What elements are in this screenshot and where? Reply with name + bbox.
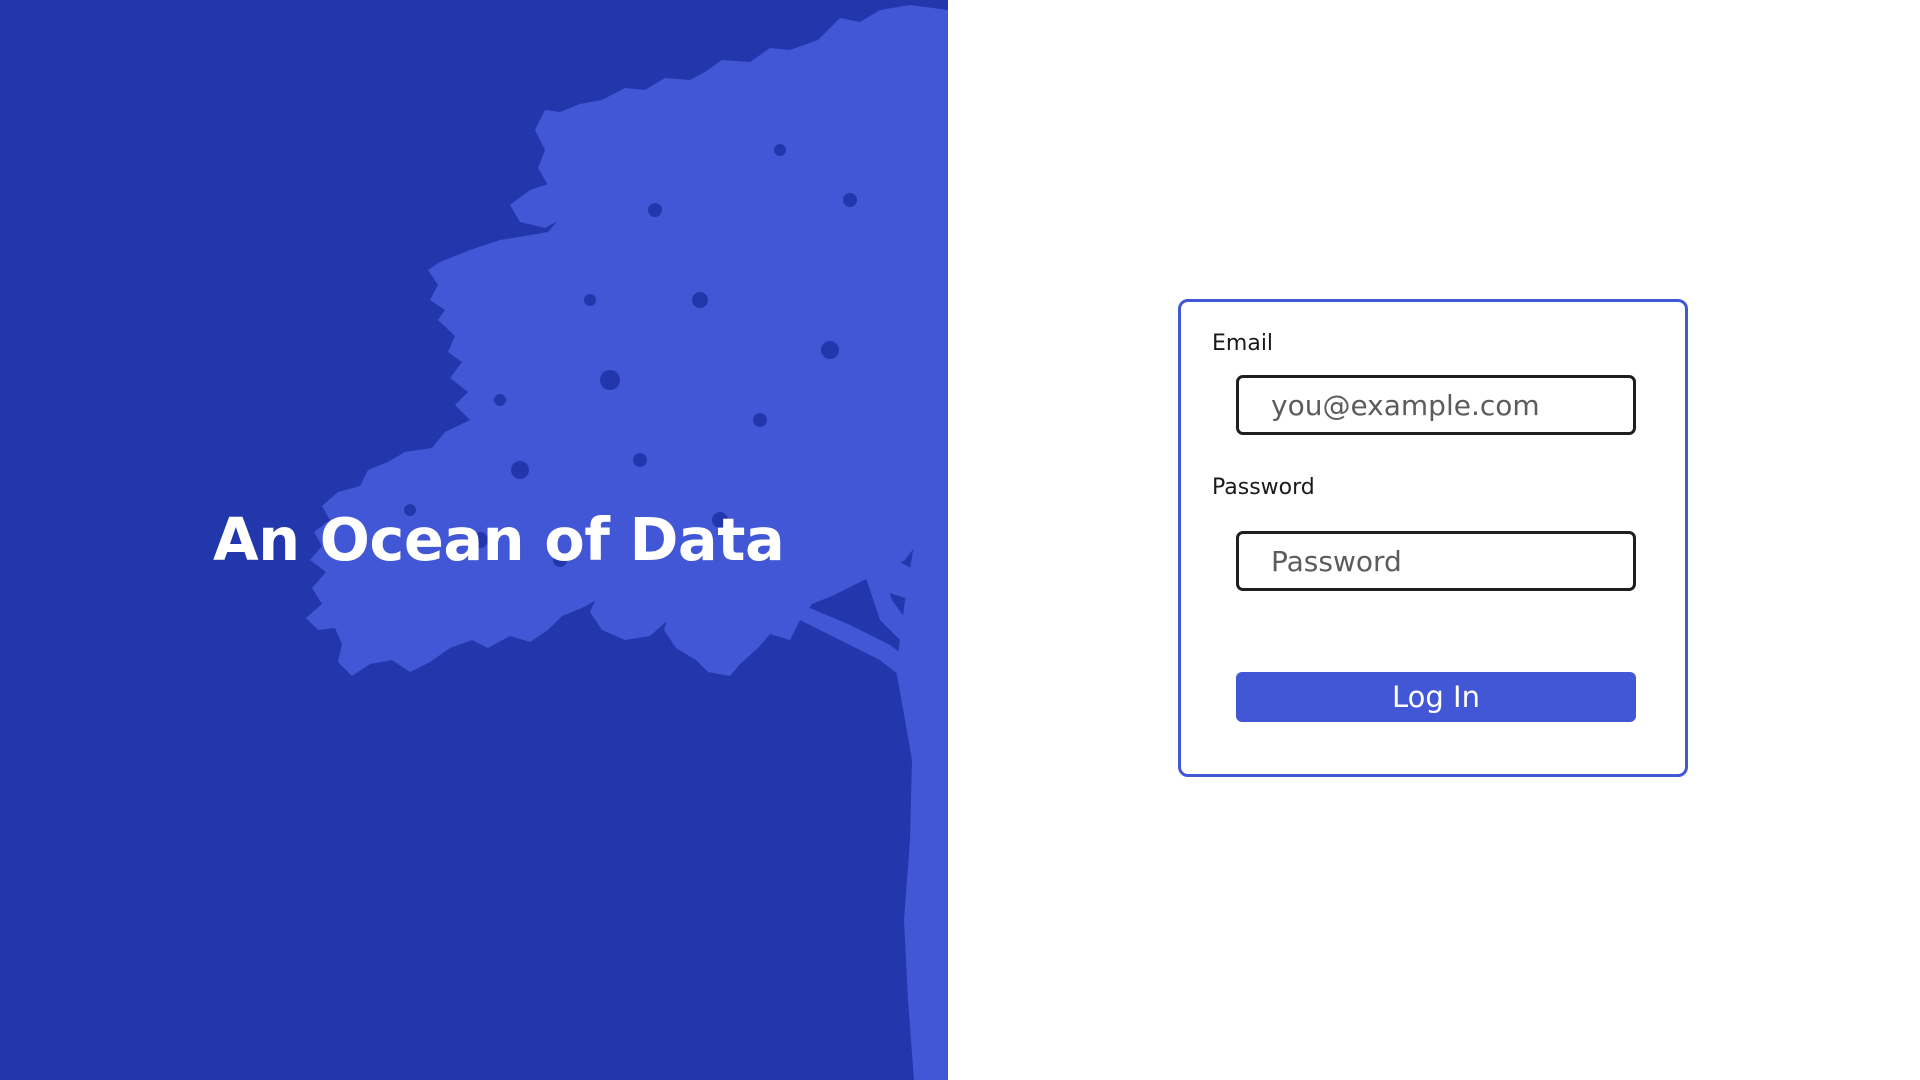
- password-input[interactable]: [1236, 531, 1636, 591]
- login-page: An Ocean of Data Email Password Log In: [0, 0, 1920, 1080]
- login-button[interactable]: Log In: [1236, 672, 1636, 722]
- password-label: Password: [1212, 475, 1315, 500]
- email-label: Email: [1212, 331, 1274, 356]
- hero-panel: An Ocean of Data: [0, 0, 948, 1080]
- hero-title: An Ocean of Data: [213, 505, 785, 574]
- login-form: Email Password Log In: [1178, 299, 1688, 777]
- email-input[interactable]: [1236, 375, 1636, 435]
